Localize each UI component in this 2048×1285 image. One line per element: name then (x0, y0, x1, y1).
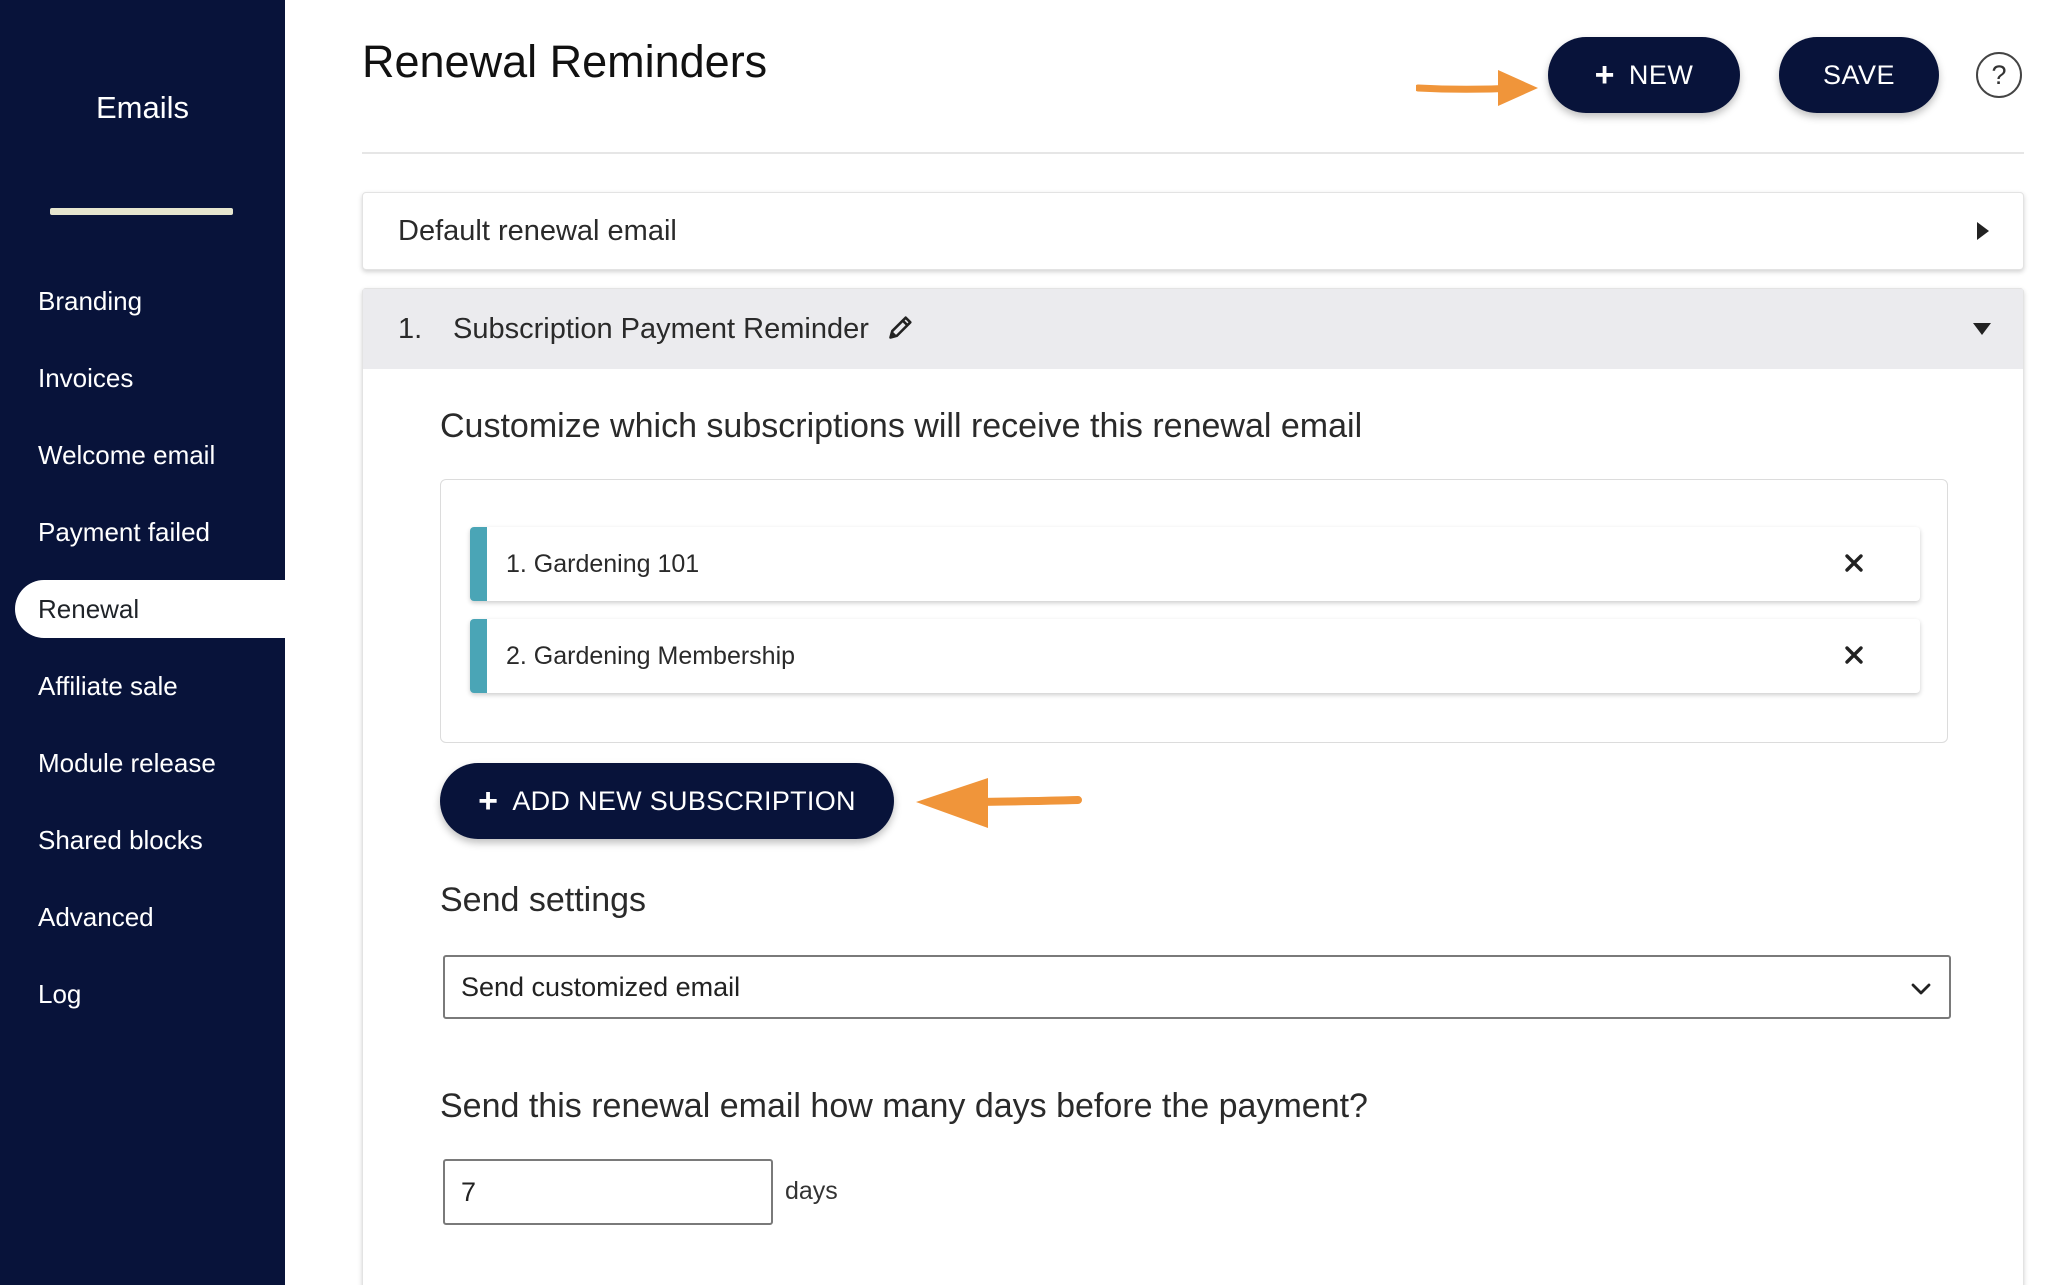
send-settings-title: Send settings (440, 881, 647, 919)
sidebar-item-module-release[interactable]: Module release (0, 734, 285, 792)
sidebar-item-branding[interactable]: Branding (0, 272, 285, 330)
sidebar-item-log[interactable]: Log (0, 965, 285, 1023)
header-divider (362, 152, 2024, 154)
days-unit-label: days (785, 1177, 838, 1205)
subscription-item: 2. Gardening Membership (470, 619, 1920, 693)
reminder-panel: 1. Subscription Payment Reminder Customi… (362, 288, 2024, 1285)
pencil-icon[interactable] (887, 313, 915, 341)
days-question: Send this renewal email how many days be… (440, 1087, 1368, 1125)
close-icon[interactable] (1836, 637, 1872, 673)
sidebar-item-affiliate-sale[interactable]: Affiliate sale (0, 657, 285, 715)
caret-down-icon (1973, 323, 1991, 335)
sidebar-item-invoices[interactable]: Invoices (0, 349, 285, 407)
sidebar-item-payment-failed[interactable]: Payment failed (0, 503, 285, 561)
days-before-input[interactable] (443, 1159, 773, 1225)
add-new-subscription-button[interactable]: + ADD NEW SUBSCRIPTION (440, 763, 894, 839)
send-settings-selected: Send customized email (461, 971, 741, 1002)
subscriptions-title: Customize which subscriptions will recei… (440, 407, 1363, 445)
add-new-subscription-label: ADD NEW SUBSCRIPTION (512, 785, 856, 816)
caret-right-icon (1977, 222, 1989, 240)
sidebar-item-renewal[interactable]: Renewal (15, 580, 285, 638)
close-icon[interactable] (1836, 545, 1872, 581)
reminder-index: 1. (398, 312, 423, 345)
help-icon[interactable]: ? (1976, 52, 2022, 98)
reminder-name: Subscription Payment Reminder (453, 312, 869, 345)
sidebar-nav: Branding Invoices Welcome email Payment … (0, 272, 285, 1042)
sidebar-item-advanced[interactable]: Advanced (0, 888, 285, 946)
send-settings-select[interactable]: Send customized email (443, 955, 1951, 1019)
accordion-default-label: Default renewal email (398, 214, 677, 247)
arrow-right-annotation-icon (1416, 70, 1538, 106)
plus-icon: + (1594, 56, 1615, 94)
sidebar-divider (50, 208, 233, 215)
page-title: Renewal Reminders (362, 36, 768, 87)
new-button[interactable]: + NEW (1548, 37, 1740, 113)
sidebar-title: Emails (95, 90, 189, 125)
reminder-panel-header[interactable]: 1. Subscription Payment Reminder (363, 289, 2023, 369)
chevron-down-icon (1911, 983, 1931, 995)
accordion-default-renewal-email[interactable]: Default renewal email (362, 192, 2024, 270)
new-button-label: NEW (1628, 59, 1694, 90)
arrow-left-annotation-icon (916, 778, 1082, 828)
subscription-item-label: 1. Gardening 101 (506, 549, 700, 578)
plus-icon: + (478, 782, 499, 820)
sidebar-item-welcome-email[interactable]: Welcome email (0, 426, 285, 484)
subscription-item: 1. Gardening 101 (470, 527, 1920, 601)
subscriptions-list: 1. Gardening 101 2. Gardening Membership (440, 479, 1948, 743)
subscription-item-label: 2. Gardening Membership (506, 641, 796, 670)
save-button[interactable]: SAVE (1779, 37, 1939, 113)
sidebar-item-shared-blocks[interactable]: Shared blocks (0, 811, 285, 869)
sidebar: Emails Branding Invoices Welcome email P… (0, 0, 285, 1285)
